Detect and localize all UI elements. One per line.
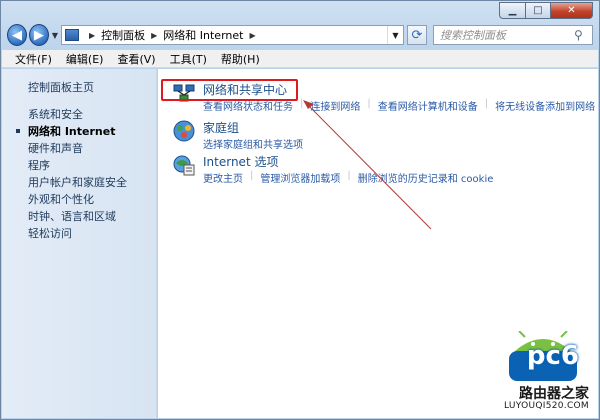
link-divider: |: [484, 98, 489, 109]
maximize-button[interactable]: □: [525, 2, 550, 19]
back-button[interactable]: ◀: [7, 24, 27, 46]
menu-view[interactable]: 查看(V): [110, 51, 162, 67]
link-divider: |: [347, 170, 351, 181]
watermark-brand: pc6: [526, 341, 579, 371]
sidebar-item-ease-of-access[interactable]: 轻松访问: [2, 225, 156, 242]
arrow-left-icon: ◀: [11, 27, 22, 43]
category-title-homegroup[interactable]: 家庭组: [203, 119, 239, 136]
link-view-network-computers[interactable]: 查看网络计算机和设备: [378, 98, 478, 113]
breadcrumb-control-panel[interactable]: 控制面板: [101, 27, 145, 43]
sidebar-item-user-accounts[interactable]: 用户帐户和家庭安全: [2, 174, 156, 191]
category-links-internet-options: 更改主页 | 管理浏览器加载项 | 删除浏览的历史记录和 cookie: [203, 170, 493, 185]
watermark-site-name: 路由器之家: [519, 386, 589, 402]
breadcrumb-network-internet[interactable]: 网络和 Internet: [163, 27, 243, 43]
sidebar-item-network-internet[interactable]: 网络和 Internet: [2, 123, 156, 140]
menu-tools[interactable]: 工具(T): [163, 51, 214, 67]
chevron-right-icon[interactable]: ▶: [249, 31, 255, 40]
chevron-right-icon[interactable]: ▶: [151, 31, 157, 40]
control-panel-icon: [64, 29, 79, 41]
search-input[interactable]: 搜索控制面板 ⚲: [432, 25, 594, 45]
address-dropdown-button[interactable]: ▼: [386, 26, 403, 44]
explorer-window: ▁ □ ✕ ◀ ▶ ▼ ▶ 控制面板 ▶ 网络和 Internet ▶ ▼ ⟳ …: [0, 0, 600, 420]
active-bullet: [16, 129, 20, 133]
refresh-icon: ⟳: [411, 27, 423, 43]
address-bar[interactable]: ▶ 控制面板 ▶ 网络和 Internet ▶ ▼: [60, 25, 404, 45]
search-placeholder: 搜索控制面板: [439, 29, 506, 42]
close-button[interactable]: ✕: [550, 2, 593, 19]
menu-bar: 文件(F) 编辑(E) 查看(V) 工具(T) 帮助(H): [2, 50, 598, 68]
link-divider: |: [300, 98, 304, 109]
forward-button[interactable]: ▶: [28, 24, 49, 46]
watermark-site-url: LUYOUQI520.COM: [504, 401, 589, 411]
link-change-homepage[interactable]: 更改主页: [203, 170, 243, 185]
link-homegroup-options[interactable]: 选择家庭组和共享选项: [203, 136, 303, 151]
caption-buttons: ▁ □ ✕: [499, 2, 593, 19]
menu-edit[interactable]: 编辑(E): [59, 51, 111, 67]
link-add-wireless-device[interactable]: 将无线设备添加到网络: [495, 98, 595, 113]
category-title-internet-options[interactable]: Internet 选项: [203, 153, 278, 170]
refresh-button[interactable]: ⟳: [406, 25, 427, 45]
sidebar-item-home[interactable]: 控制面板主页: [2, 79, 156, 96]
internet-options-icon: [173, 155, 195, 176]
sidebar-item-hardware-sound[interactable]: 硬件和声音: [2, 140, 156, 157]
search-icon[interactable]: ⚲: [574, 28, 592, 42]
sidebar-item-appearance[interactable]: 外观和个性化: [2, 191, 156, 208]
sidebar-item-programs[interactable]: 程序: [2, 157, 156, 174]
link-delete-history[interactable]: 删除浏览的历史记录和 cookie: [358, 170, 494, 185]
link-divider: |: [367, 98, 371, 109]
recent-pages-dropdown[interactable]: ▼: [52, 31, 58, 40]
arrow-right-icon: ▶: [33, 27, 44, 43]
sidebar-item-clock-language[interactable]: 时钟、语言和区域: [2, 208, 156, 225]
sidebar-item-system-security[interactable]: 系统和安全: [2, 106, 156, 123]
link-manage-addons[interactable]: 管理浏览器加载项: [260, 170, 340, 185]
link-connect-network[interactable]: 连接到网络: [310, 98, 360, 113]
menu-file[interactable]: 文件(F): [8, 51, 59, 67]
chevron-right-icon[interactable]: ▶: [89, 31, 95, 40]
sidebar: 控制面板主页 系统和安全 网络和 Internet 硬件和声音 程序 用户帐户和…: [2, 69, 157, 418]
category-links-homegroup: 选择家庭组和共享选项: [203, 136, 303, 151]
menu-help[interactable]: 帮助(H): [214, 51, 267, 67]
highlight-box: [161, 79, 298, 101]
watermark: pc6 路由器之家 LUYOUQI520.COM: [489, 311, 593, 413]
navigation-row: ◀ ▶ ▼ ▶ 控制面板 ▶ 网络和 Internet ▶ ▼ ⟳ 搜索控制面板…: [7, 23, 594, 47]
link-divider: |: [250, 170, 254, 181]
homegroup-icon: [173, 120, 195, 142]
minimize-button[interactable]: ▁: [499, 2, 525, 19]
